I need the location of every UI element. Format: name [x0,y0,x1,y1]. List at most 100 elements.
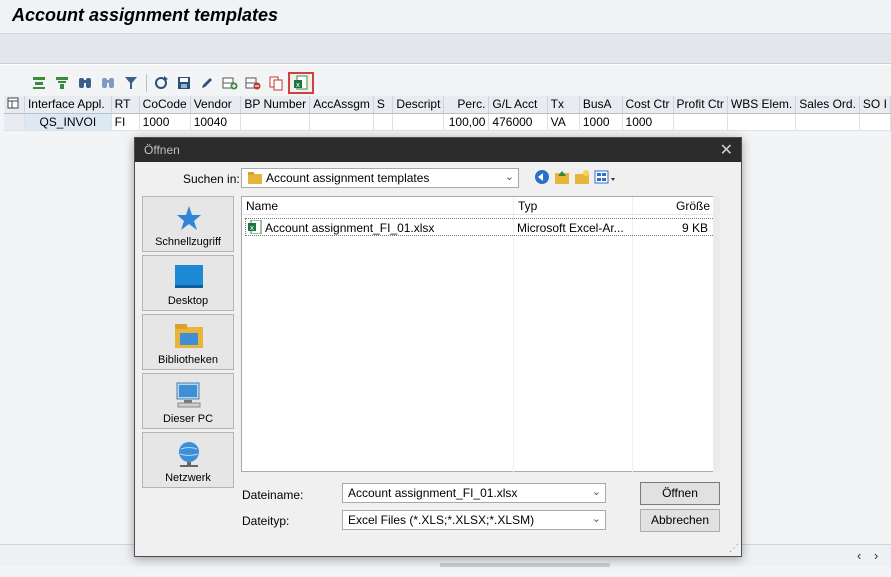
col-header[interactable]: Interface Appl. [24,96,112,114]
column-name-header[interactable]: Name [246,199,278,213]
place-this-pc[interactable]: Dieser PC [142,373,234,429]
filename-input[interactable]: Account assignment_FI_01.xlsx ⌄ [342,483,606,503]
computer-icon [173,380,205,410]
filetype-select[interactable]: Excel Files (*.XLS;*.XLSX;*.XLSM) ⌄ [342,510,606,530]
col-header[interactable]: Descript [392,96,445,114]
resize-grip-icon[interactable]: ⋰ [729,543,739,554]
table-cell[interactable]: 1000 [579,113,623,131]
table-row[interactable]: QS_INVOI FI 1000 10040 100,00 476000 VA … [4,113,891,131]
place-label: Schnellzugriff [155,236,221,248]
save-icon[interactable] [173,73,195,93]
file-size: 9 KB [681,221,708,235]
find-icon[interactable] [74,73,96,93]
place-quick-access[interactable]: Schnellzugriff [142,196,234,252]
col-header[interactable]: AccAssgm [309,96,374,114]
table-cell[interactable] [795,113,860,131]
col-header[interactable]: CoCode [139,96,191,114]
excel-import-icon[interactable]: x [288,72,314,94]
star-icon [173,203,205,233]
table-cell[interactable] [859,113,891,131]
table-cell[interactable]: 1000 [622,113,674,131]
find-next-icon[interactable] [97,73,119,93]
column-size-header[interactable]: Größe [676,199,710,213]
places-bar: Schnellzugriff Desktop Bibliotheken Dies… [142,196,236,488]
scrollbar-thumb[interactable] [440,563,610,567]
insert-row-icon[interactable] [219,73,241,93]
col-header[interactable]: Tx [547,96,580,114]
col-header[interactable]: RT [111,96,140,114]
row-selector[interactable] [4,113,25,131]
back-icon[interactable] [533,168,551,186]
table-cell[interactable]: VA [547,113,580,131]
col-header[interactable]: Cost Ctr [622,96,674,114]
col-header[interactable]: S [373,96,394,114]
copy-icon[interactable] [265,73,287,93]
col-header[interactable]: Sales Ord. [795,96,860,114]
cancel-button[interactable]: Abbrechen [640,509,720,532]
up-folder-icon[interactable] [553,168,571,186]
table-cell[interactable]: 476000 [488,113,548,131]
place-label: Dieser PC [162,413,214,425]
select-icon[interactable] [51,73,73,93]
svg-text:x: x [250,224,254,232]
close-icon[interactable]: ✕ [720,140,733,160]
col-header[interactable]: G/L Acct [488,96,548,114]
desktop-icon [173,262,205,292]
open-file-dialog: Öffnen ✕ Suchen in: Account assignment t… [134,137,742,557]
table-cell[interactable]: 10040 [190,113,242,131]
chevron-down-icon[interactable]: ⌄ [592,485,601,498]
refresh-icon[interactable] [150,73,172,93]
table-cell[interactable] [392,113,445,131]
place-network[interactable]: Netzwerk [142,432,234,488]
place-desktop[interactable]: Desktop [142,255,234,311]
layout-icon[interactable] [4,96,25,114]
place-label: Desktop [167,295,209,307]
table-cell[interactable] [727,113,797,131]
col-header[interactable]: BusA [579,96,623,114]
table-cell[interactable] [373,113,394,131]
col-header[interactable]: WBS Elem. [727,96,797,114]
table-cell[interactable]: 100,00 [443,113,490,131]
place-libraries[interactable]: Bibliotheken [142,314,234,370]
filter-icon[interactable] [120,73,142,93]
col-header[interactable]: Profit Ctr [673,96,728,114]
new-folder-icon[interactable] [573,168,591,186]
col-header[interactable]: Perc. [443,96,490,114]
filename-label: Dateiname: [242,488,304,502]
table-cell[interactable] [309,113,374,131]
look-in-label: Suchen in: [183,172,240,186]
libraries-icon [173,321,205,351]
file-list-scrollbar[interactable] [713,196,720,472]
edit-icon[interactable] [196,73,218,93]
dialog-nav-toolbar [533,168,619,188]
open-button[interactable]: Öffnen [640,482,720,505]
alv-toolbar: x [28,72,315,94]
delete-row-icon[interactable] [242,73,264,93]
network-icon [173,439,205,469]
column-divider [513,197,514,473]
alv-grid: Interface Appl. RT CoCode Vendor BP Numb… [4,96,891,131]
scroll-right-arrow-icon[interactable]: › [874,548,878,563]
details-icon[interactable] [28,73,50,93]
look-in-dropdown[interactable]: Account assignment templates ⌄ [241,168,519,188]
table-cell[interactable] [240,113,311,131]
table-cell[interactable] [673,113,728,131]
file-type: Microsoft Excel-Ar... [517,221,624,235]
table-cell[interactable]: FI [111,113,140,131]
file-list[interactable]: Name Typ Größe x Account assignment_FI_0… [241,196,720,473]
view-menu-icon[interactable] [593,168,619,186]
file-list-header: Name Typ Größe [242,197,719,215]
svg-text:x: x [296,81,300,89]
column-type-header[interactable]: Typ [518,199,537,213]
col-header[interactable]: SO I [859,96,891,114]
table-cell[interactable]: QS_INVOI [24,113,112,131]
chevron-down-icon[interactable]: ⌄ [592,512,601,525]
scroll-left-arrow-icon[interactable]: ‹ [857,548,861,563]
col-header[interactable]: Vendor [190,96,242,114]
table-cell[interactable]: 1000 [139,113,191,131]
col-header[interactable]: BP Number [240,96,311,114]
file-row[interactable]: x Account assignment_FI_01.xlsx Microsof… [245,218,715,236]
dialog-title-bar: Öffnen ✕ [135,138,741,162]
filetype-value: Excel Files (*.XLS;*.XLSX;*.XLSM) [348,513,535,527]
file-name: Account assignment_FI_01.xlsx [265,221,435,235]
